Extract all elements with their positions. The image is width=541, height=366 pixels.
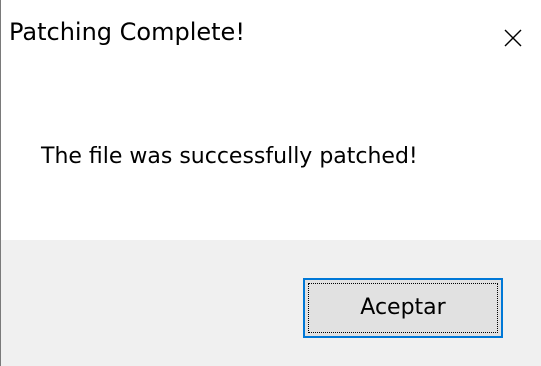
message-dialog: Patching Complete! The file was successf… <box>0 0 541 366</box>
ok-button[interactable]: Aceptar <box>303 278 503 338</box>
ok-button-label: Aceptar <box>360 295 446 320</box>
dialog-footer: Aceptar <box>1 240 541 366</box>
dialog-title: Patching Complete! <box>9 18 245 46</box>
title-bar[interactable]: Patching Complete! <box>1 0 541 76</box>
dialog-message: The file was successfully patched! <box>41 144 418 169</box>
close-icon <box>504 29 522 47</box>
close-button[interactable] <box>485 0 541 76</box>
dialog-content: The file was successfully patched! <box>1 76 541 240</box>
